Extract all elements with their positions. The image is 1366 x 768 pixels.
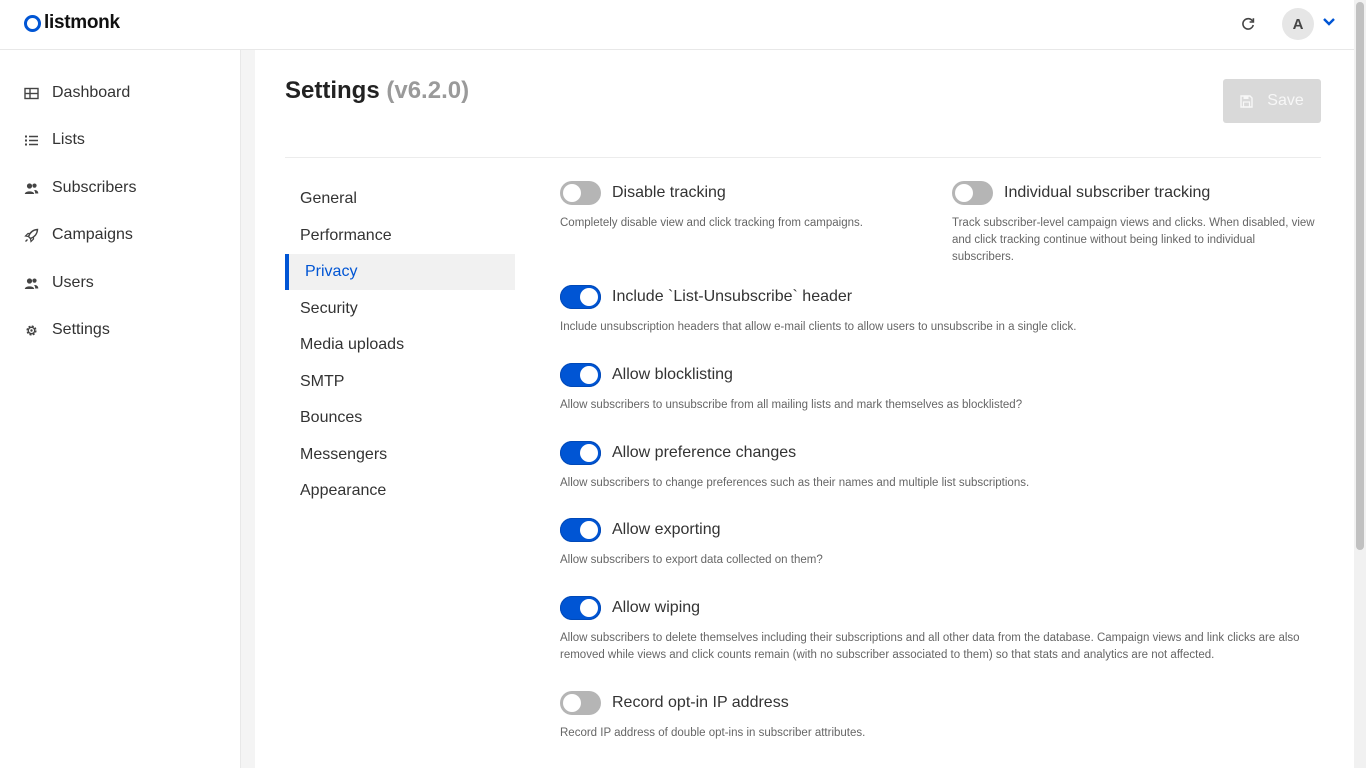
list-icon xyxy=(25,135,38,145)
toggle-knob xyxy=(580,288,598,306)
gear-icon xyxy=(26,324,37,336)
record-optin-ip-toggle[interactable] xyxy=(560,691,601,715)
setting-description: Completely disable view and click tracki… xyxy=(560,217,863,229)
toggle-knob xyxy=(580,521,598,539)
toggle-knob xyxy=(563,694,581,712)
toggle-knob xyxy=(580,599,598,617)
setting-disable-tracking: Disable tracking Completely disable view… xyxy=(560,180,930,232)
setting-description: Allow subscribers to export data collect… xyxy=(560,554,823,566)
tab-bounces[interactable]: Bounces xyxy=(285,400,515,436)
setting-record-optin-ip: Record opt-in IP address Record IP addre… xyxy=(560,690,1320,742)
setting-label: Record opt-in IP address xyxy=(612,694,789,711)
setting-label: Allow blocklisting xyxy=(612,366,733,383)
save-icon xyxy=(1240,94,1253,108)
sidebar-item-label: Dashboard xyxy=(52,84,131,101)
logo-ring-icon xyxy=(24,14,41,32)
toggle-knob xyxy=(580,366,598,384)
listmonk-logo[interactable]: listmonk xyxy=(24,12,120,34)
save-button-label: Save xyxy=(1267,92,1304,109)
individual-subscriber-tracking-toggle[interactable] xyxy=(952,181,993,205)
toggle-knob xyxy=(563,184,581,202)
scrollbar-thumb[interactable] xyxy=(1356,2,1364,550)
disable-tracking-toggle[interactable] xyxy=(560,181,601,205)
sidebar-item-subscribers[interactable]: Subscribers xyxy=(24,173,224,203)
setting-description: Allow subscribers to unsubscribe from al… xyxy=(560,399,1023,411)
setting-individual-subscriber-tracking: Individual subscriber tracking Track sub… xyxy=(952,180,1317,266)
refresh-icon[interactable] xyxy=(1240,16,1256,32)
sidebar-item-campaigns[interactable]: Campaigns xyxy=(24,220,224,250)
save-button[interactable]: Save xyxy=(1223,79,1321,123)
tab-media-uploads[interactable]: Media uploads xyxy=(285,327,515,363)
toggle-knob xyxy=(955,184,973,202)
rocket-icon xyxy=(24,228,39,243)
tab-performance[interactable]: Performance xyxy=(285,218,515,254)
dashboard-icon xyxy=(24,87,39,99)
content-gutter xyxy=(241,50,255,768)
sidebar-item-label: Settings xyxy=(52,321,110,338)
setting-label: Disable tracking xyxy=(612,184,726,201)
setting-allow-preference-changes: Allow preference changes Allow subscribe… xyxy=(560,440,1320,492)
sidebar xyxy=(0,50,241,768)
allow-blocklisting-toggle[interactable] xyxy=(560,363,601,387)
page-title: Settings (v6.2.0) xyxy=(285,77,469,105)
allow-wiping-toggle[interactable] xyxy=(560,596,601,620)
users-icon xyxy=(24,277,39,289)
user-avatar[interactable]: A xyxy=(1282,8,1314,40)
subscribers-icon xyxy=(24,182,39,194)
setting-label: Individual subscriber tracking xyxy=(1004,184,1211,201)
version-label: (v6.2.0) xyxy=(386,77,470,104)
setting-label: Allow preference changes xyxy=(612,444,797,461)
sidebar-item-lists[interactable]: Lists xyxy=(24,125,224,155)
setting-allow-blocklisting: Allow blocklisting Allow subscribers to … xyxy=(560,362,1320,414)
sidebar-item-label: Lists xyxy=(52,131,85,148)
page-title-text: Settings xyxy=(285,77,380,104)
top-navbar: listmonk A xyxy=(0,0,1354,50)
sidebar-item-label: Users xyxy=(52,274,94,291)
setting-description: Allow subscribers to change preferences … xyxy=(560,477,1030,489)
sidebar-item-users[interactable]: Users xyxy=(24,268,224,298)
header-divider xyxy=(285,157,1321,158)
list-unsubscribe-header-toggle[interactable] xyxy=(560,285,601,309)
tab-privacy[interactable]: Privacy xyxy=(285,254,515,290)
setting-description: Allow subscribers to delete themselves i… xyxy=(560,632,1300,661)
setting-label: Include `List-Unsubscribe` header xyxy=(612,288,853,305)
sidebar-item-label: Subscribers xyxy=(52,179,137,196)
allow-preference-changes-toggle[interactable] xyxy=(560,441,601,465)
setting-description: Include unsubscription headers that allo… xyxy=(560,321,1077,333)
sidebar-item-dashboard[interactable]: Dashboard xyxy=(24,78,224,108)
toggle-knob xyxy=(580,444,598,462)
allow-exporting-toggle[interactable] xyxy=(560,518,601,542)
setting-allow-exporting: Allow exporting Allow subscribers to exp… xyxy=(560,517,1320,569)
tab-appearance[interactable]: Appearance xyxy=(285,473,515,509)
setting-description: Record IP address of double opt-ins in s… xyxy=(560,727,866,739)
setting-label: Allow exporting xyxy=(612,521,721,538)
sidebar-item-label: Campaigns xyxy=(52,226,133,243)
chevron-down-icon[interactable] xyxy=(1321,14,1337,30)
tab-messengers[interactable]: Messengers xyxy=(285,437,515,473)
tab-smtp[interactable]: SMTP xyxy=(285,364,515,400)
setting-label: Allow wiping xyxy=(612,599,701,616)
tab-security[interactable]: Security xyxy=(285,291,515,327)
setting-allow-wiping: Allow wiping Allow subscribers to delete… xyxy=(560,595,1320,664)
setting-description: Track subscriber-level campaign views an… xyxy=(952,217,1315,263)
logo-text: listmonk xyxy=(44,12,120,33)
sidebar-item-settings[interactable]: Settings xyxy=(24,315,224,345)
tab-general[interactable]: General xyxy=(285,181,515,217)
setting-list-unsubscribe-header: Include `List-Unsubscribe` header Includ… xyxy=(560,284,1320,336)
